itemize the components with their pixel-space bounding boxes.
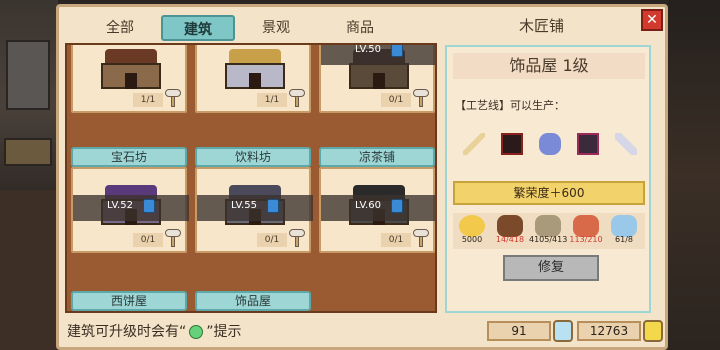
unlock-level: LV.55 — [231, 200, 257, 211]
lock-icon — [143, 199, 155, 213]
lock-icon — [391, 199, 403, 213]
hammer-icon[interactable] — [165, 89, 181, 107]
tab-all[interactable]: 全部 — [83, 15, 157, 41]
window-title-bar: 木匠铺 — [399, 9, 659, 43]
locked-overlay: LV.50 — [321, 44, 435, 65]
crystal-icon — [611, 215, 637, 237]
wood-icon — [497, 215, 523, 237]
upgrade-gem-icon — [189, 325, 204, 339]
build-count: 0/1 — [381, 93, 411, 107]
prosperity-bonus: 繁荣度＋600 — [453, 181, 645, 205]
build-count: 0/1 — [381, 233, 411, 247]
building-icon — [225, 49, 285, 89]
building-card[interactable]: 1/1 — [71, 45, 187, 113]
resource-crystal: 61/8 — [605, 213, 643, 249]
hammer-icon[interactable] — [289, 89, 305, 107]
building-icon — [101, 49, 161, 89]
building-grid: 1/1 1/1 LV.50 0/1 宝石坊 LV.52 0/1 饮料坊 LV.5… — [65, 43, 437, 313]
tab-buildings[interactable]: 建筑 — [161, 15, 235, 41]
lock-icon — [391, 45, 403, 57]
close-icon[interactable]: ✕ — [641, 9, 663, 31]
resource-value: 14/418 — [495, 235, 525, 244]
building-card[interactable]: LV.55 0/1 — [195, 167, 313, 253]
build-count: 0/1 — [257, 233, 287, 247]
locked-overlay: LV.52 — [73, 195, 189, 221]
hammer-icon[interactable] — [413, 229, 429, 247]
window-title: 木匠铺 — [519, 17, 565, 35]
resource-brick: 113/210 — [567, 213, 605, 249]
unlock-level: LV.50 — [355, 44, 381, 55]
coin-icon[interactable] — [643, 320, 663, 342]
gem-icon[interactable] — [553, 320, 573, 342]
resource-value: 113/210 — [569, 235, 603, 244]
wand-icon[interactable] — [463, 133, 485, 155]
stone-icon — [535, 215, 561, 237]
box-icon[interactable] — [577, 133, 599, 155]
resource-value: 4105/413 — [529, 235, 568, 244]
shop-panel: 全部 建筑 景观 商品 木匠铺 ✕ 1/1 1/1 LV.50 0/1 宝石坊 … — [56, 4, 668, 350]
locked-overlay: LV.55 — [197, 195, 313, 221]
product-list — [455, 131, 645, 161]
background-sign — [4, 138, 52, 166]
card-name: 凉茶铺 — [319, 147, 435, 167]
coin-balance: 12763 — [577, 321, 641, 341]
tip-suffix: ”提示 — [206, 324, 242, 340]
hammer-icon[interactable] — [289, 229, 305, 247]
brick-icon — [573, 215, 599, 237]
upgrade-tip: 建筑可升级时会有“ ”提示 — [67, 321, 242, 341]
resource-value: 5000 — [461, 235, 483, 244]
building-card[interactable]: 1/1 — [195, 45, 311, 113]
resource-stone: 4105/413 — [529, 213, 567, 249]
build-count: 0/1 — [133, 233, 163, 247]
hammer-icon[interactable] — [165, 229, 181, 247]
gem-balance: 91 — [487, 321, 551, 341]
resource-coin: 5000 — [453, 213, 491, 249]
card-name: 宝石坊 — [71, 147, 187, 167]
feather-icon[interactable] — [615, 133, 637, 155]
background-right — [668, 0, 720, 350]
resource-requirements: 5000 14/418 4105/413 113/210 61/8 — [453, 213, 645, 249]
build-count: 1/1 — [257, 93, 287, 107]
potion-icon[interactable] — [539, 133, 561, 155]
tab-bar: 全部 建筑 景观 商品 — [73, 9, 403, 43]
card-name: 饰品屋 — [195, 291, 311, 311]
lock-icon — [267, 199, 279, 213]
building-card[interactable]: LV.52 0/1 — [71, 167, 189, 253]
background-window — [6, 40, 50, 110]
card-name: 西饼屋 — [71, 291, 187, 311]
resource-wood: 14/418 — [491, 213, 529, 249]
coin-icon — [459, 215, 485, 237]
resource-value: 61/8 — [615, 235, 633, 244]
tab-goods[interactable]: 商品 — [323, 15, 397, 41]
tab-landscape[interactable]: 景观 — [239, 15, 313, 41]
building-card[interactable]: LV.60 0/1 — [319, 167, 435, 253]
locked-overlay: LV.60 — [321, 195, 435, 221]
tip-prefix: 建筑可升级时会有“ — [67, 324, 187, 340]
unlock-level: LV.52 — [107, 200, 133, 211]
detail-subtitle: 【工艺线】可以生产： — [455, 99, 565, 112]
build-count: 1/1 — [133, 93, 163, 107]
footer-bar: 建筑可升级时会有“ ”提示 91 12763 — [59, 313, 671, 347]
background-left — [0, 0, 58, 350]
hammer-icon[interactable] — [413, 89, 429, 107]
unlock-level: LV.60 — [355, 200, 381, 211]
detail-title: 饰品屋 1级 — [453, 53, 645, 79]
envelope-icon[interactable] — [501, 133, 523, 155]
card-name: 饮料坊 — [195, 147, 311, 167]
building-detail-pane: 饰品屋 1级 【工艺线】可以生产： 繁荣度＋600 5000 14/418 41… — [445, 45, 651, 313]
background-wall — [0, 190, 58, 350]
building-card[interactable]: LV.50 0/1 — [319, 44, 435, 113]
repair-button[interactable]: 修复 — [503, 255, 599, 281]
